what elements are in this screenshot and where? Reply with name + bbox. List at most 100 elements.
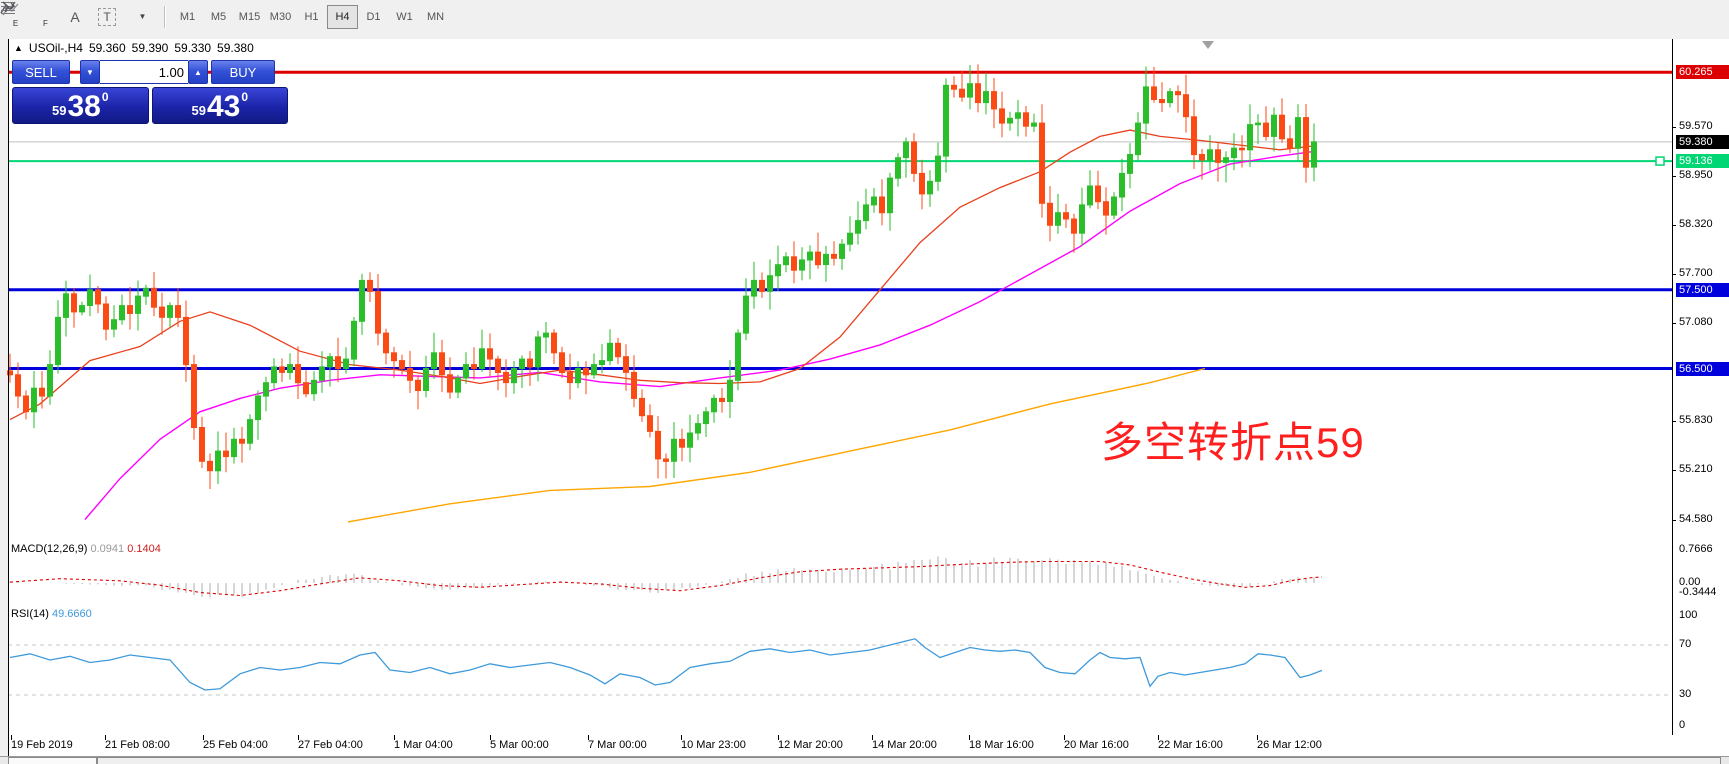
candle-body [712, 398, 717, 411]
candle-body [1200, 155, 1205, 161]
date-axis-label[interactable]: 26 Mar 12:00 [1257, 739, 1322, 751]
candle-body [736, 333, 741, 380]
date-axis-label[interactable]: 5 Mar 00:00 [490, 739, 549, 751]
candle-body [512, 369, 517, 383]
ma-slow-line [348, 369, 1205, 522]
price-level-badge-60.265[interactable]: 60.265 [1676, 65, 1729, 79]
candle-body [360, 280, 365, 321]
date-axis-label[interactable]: 27 Feb 04:00 [298, 739, 363, 751]
candle-body [320, 367, 325, 380]
candle-body [216, 451, 221, 471]
price-level-badge-59.136[interactable]: 59.136 [1676, 154, 1729, 168]
candle-body [1240, 148, 1245, 150]
candle-body [528, 359, 533, 367]
candle-body [1272, 115, 1277, 136]
candle-body [96, 290, 101, 304]
candle-body [896, 158, 901, 179]
ohlc-open: 59.360 [89, 41, 126, 55]
candle-body [576, 369, 581, 383]
rsi-axis-tick: 0 [1679, 719, 1685, 731]
candle-body [1176, 92, 1181, 95]
candle-body [1048, 203, 1053, 225]
candle-body [664, 459, 669, 461]
volume-decrease-button[interactable]: ▼ [80, 60, 100, 84]
date-axis-label[interactable]: 10 Mar 23:00 [681, 739, 746, 751]
candle-body [80, 306, 85, 312]
rsi-axis-tick: 30 [1679, 688, 1691, 700]
volume-input[interactable] [100, 60, 188, 84]
candle-body [176, 306, 181, 318]
candle-body [768, 276, 773, 292]
candle-body [16, 375, 21, 396]
candle-body [472, 365, 477, 369]
candle-body [1008, 118, 1013, 123]
candle-body [264, 383, 269, 396]
candle-body [536, 337, 541, 367]
candle-body [592, 365, 597, 375]
candle-body [296, 365, 301, 383]
collapse-triangle-icon[interactable]: ▲ [14, 43, 23, 53]
buy-price-display[interactable]: 59 43 0 [152, 87, 289, 124]
date-axis-label[interactable]: 21 Feb 08:00 [105, 739, 170, 751]
candle-body [976, 84, 981, 103]
candle-body [448, 375, 453, 392]
date-axis-label[interactable]: 22 Mar 16:00 [1158, 739, 1223, 751]
date-axis-label[interactable]: 14 Mar 20:00 [872, 739, 937, 751]
candle-body [24, 396, 29, 412]
date-axis-label[interactable]: 12 Mar 20:00 [778, 739, 843, 751]
candle-body [608, 343, 613, 360]
date-axis-label[interactable]: 1 Mar 04:00 [394, 739, 453, 751]
price-level-badge-56.500[interactable]: 56.500 [1676, 362, 1729, 376]
date-axis-label[interactable]: 19 Feb 2019 [11, 739, 73, 751]
candle-body [792, 257, 797, 270]
candle-body [72, 294, 77, 312]
price-axis-tick: 57.700 [1679, 267, 1713, 279]
candle-body [1072, 219, 1077, 233]
sell-price-display[interactable]: 59 38 0 [12, 87, 149, 124]
buy-price-pips: 43 [207, 93, 240, 121]
macd-axis-tick: 0.7666 [1679, 543, 1713, 555]
date-axis-label[interactable]: 25 Feb 04:00 [203, 739, 268, 751]
candle-body [288, 365, 293, 373]
candle-body [88, 290, 93, 306]
date-axis-label[interactable]: 20 Mar 16:00 [1064, 739, 1129, 751]
candle-body [32, 388, 37, 412]
candle-body [848, 233, 853, 244]
volume-increase-button[interactable]: ▲ [188, 60, 208, 84]
macd-signal-line [10, 562, 1322, 596]
sell-button[interactable]: SELL [12, 60, 70, 84]
price-level-badge-57.500[interactable]: 57.500 [1676, 283, 1729, 297]
rsi-value: 49.6660 [52, 608, 92, 620]
chart-shift-marker-icon[interactable] [1202, 41, 1214, 49]
sell-price-point: 0 [102, 90, 109, 104]
candle-body [232, 439, 237, 456]
candle-body [904, 142, 909, 158]
macd-main-value: 0.0941 [90, 543, 124, 555]
candle-body [1256, 123, 1261, 125]
candle-body [168, 306, 173, 318]
rsi-axis-tick: 70 [1679, 638, 1691, 650]
price-axis-line[interactable] [1672, 39, 1673, 735]
candle-body [280, 367, 285, 373]
candle-body [384, 333, 389, 353]
price-axis-tick-mark [1672, 421, 1676, 422]
candle-body [1032, 123, 1037, 126]
buy-button[interactable]: BUY [211, 60, 275, 84]
price-axis-tick: 58.950 [1679, 169, 1713, 181]
candle-body [840, 244, 845, 258]
symbol-header: ▲ USOil-,H4 59.360 59.390 59.330 59.380 [14, 41, 254, 55]
candle-body [984, 92, 989, 103]
ohlc-low: 59.330 [174, 41, 211, 55]
candle-body [416, 380, 421, 390]
date-axis-label[interactable]: 7 Mar 00:00 [588, 739, 647, 751]
symbol-title: USOil-,H4 [29, 41, 83, 55]
candle-body [104, 304, 109, 329]
rsi-name: RSI(14) [11, 608, 49, 620]
candle-body [120, 306, 125, 320]
candle-body [728, 380, 733, 401]
price-axis-tick: 57.080 [1679, 316, 1713, 328]
candle-body [1192, 117, 1197, 155]
price-level-badge-59.380[interactable]: 59.380 [1676, 135, 1729, 149]
candle-body [1000, 109, 1005, 123]
date-axis-label[interactable]: 18 Mar 16:00 [969, 739, 1034, 751]
